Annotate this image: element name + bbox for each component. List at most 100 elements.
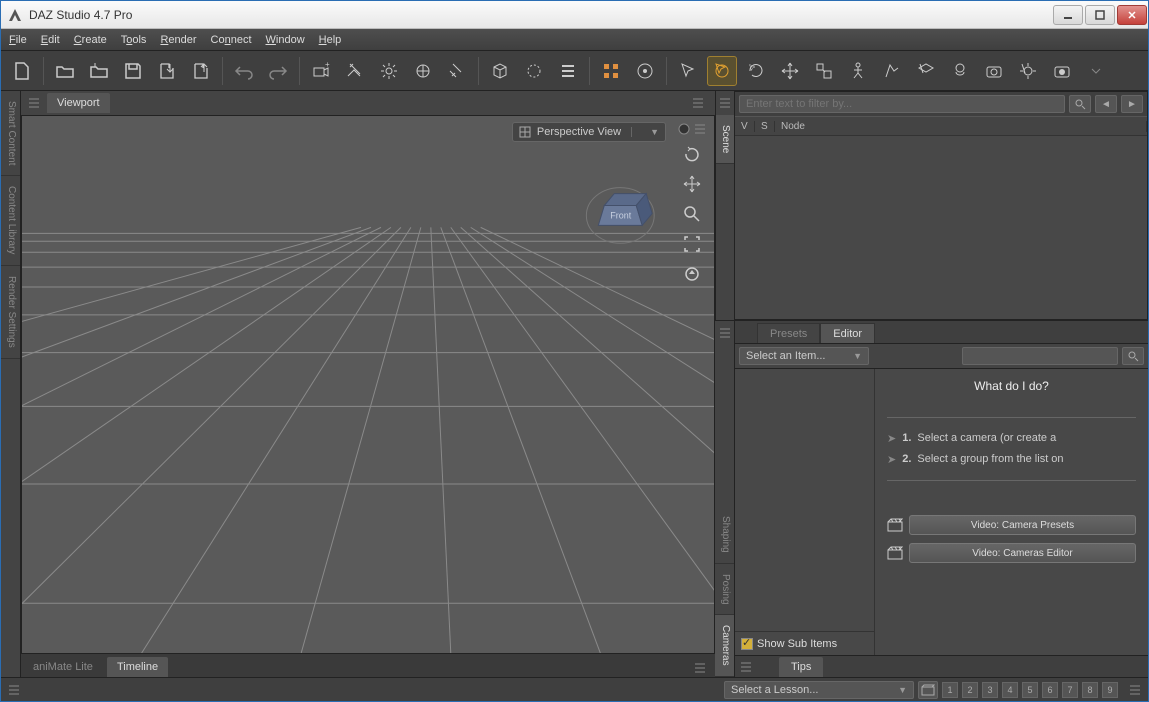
pane-menu-icon[interactable]	[716, 324, 734, 342]
open-folder-icon[interactable]	[50, 56, 80, 86]
menu-tools[interactable]: Tools	[121, 34, 147, 46]
pane-menu-icon[interactable]	[1126, 682, 1144, 698]
pose-tool-icon[interactable]	[877, 56, 907, 86]
redo-icon[interactable]	[263, 56, 293, 86]
rotate-tool-icon[interactable]	[741, 56, 771, 86]
render-settings-icon[interactable]	[1013, 56, 1043, 86]
close-button[interactable]	[1117, 5, 1147, 25]
lesson-step-1[interactable]: 1	[942, 682, 958, 698]
lesson-step-9[interactable]: 9	[1102, 682, 1118, 698]
undo-icon[interactable]	[229, 56, 259, 86]
tab-tips[interactable]: Tips	[779, 657, 823, 677]
arrow-left-icon[interactable]: ◄	[1095, 95, 1117, 113]
scale-tool-icon[interactable]	[809, 56, 839, 86]
clapper-icon[interactable]	[918, 681, 938, 699]
lesson-step-8[interactable]: 8	[1082, 682, 1098, 698]
pan-icon[interactable]	[678, 172, 706, 196]
menu-connect[interactable]: Connect	[211, 34, 252, 46]
lesson-dropdown[interactable]: Select a Lesson...▼	[724, 681, 914, 699]
translate-tool-icon[interactable]	[775, 56, 805, 86]
smart-content-icon[interactable]	[596, 56, 626, 86]
menu-file[interactable]: File	[9, 34, 27, 46]
checkbox-checked-icon	[741, 638, 753, 650]
tab-posing[interactable]: Posing	[715, 564, 734, 616]
activepose-icon[interactable]	[843, 56, 873, 86]
view-selector-dropdown[interactable]: Perspective View ▼	[512, 122, 666, 142]
surface-select-icon[interactable]	[911, 56, 941, 86]
tab-timeline[interactable]: Timeline	[107, 657, 168, 677]
drawstyle-icon[interactable]	[677, 122, 691, 136]
new-file-icon[interactable]	[7, 56, 37, 86]
tab-content-library[interactable]: Content Library	[1, 176, 20, 265]
null-icon[interactable]	[519, 56, 549, 86]
video-camera-presets-button[interactable]: Video: Camera Presets	[909, 515, 1136, 535]
left-panel: Viewport	[21, 91, 715, 677]
col-s[interactable]: S	[755, 121, 775, 132]
tab-viewport[interactable]: Viewport	[47, 93, 110, 113]
statusbar: Select a Lesson...▼ 1 2 3 4 5 6 7 8 9	[1, 677, 1148, 701]
video-cameras-editor-button[interactable]: Video: Cameras Editor	[909, 543, 1136, 563]
primitive-icon[interactable]	[485, 56, 515, 86]
frame-icon[interactable]	[678, 232, 706, 256]
universal-tool-icon[interactable]	[707, 56, 737, 86]
minimize-button[interactable]	[1053, 5, 1083, 25]
reset-view-icon[interactable]	[678, 262, 706, 286]
lesson-step-3[interactable]: 3	[982, 682, 998, 698]
daz-connect-icon[interactable]	[630, 56, 660, 86]
pane-menu-icon[interactable]	[5, 681, 23, 699]
linearlight-icon[interactable]	[442, 56, 472, 86]
lesson-step-7[interactable]: 7	[1062, 682, 1078, 698]
tab-animate-lite[interactable]: aniMate Lite	[23, 657, 103, 677]
pane-menu-icon[interactable]	[716, 94, 734, 112]
tab-presets[interactable]: Presets	[757, 323, 820, 343]
region-nav-icon[interactable]	[945, 56, 975, 86]
export-icon[interactable]	[186, 56, 216, 86]
pane-menu-icon[interactable]	[25, 94, 43, 112]
tab-shaping[interactable]: Shaping	[715, 506, 734, 564]
lesson-step-6[interactable]: 6	[1042, 682, 1058, 698]
tab-smart-content[interactable]: Smart Content	[1, 91, 20, 176]
tab-scene[interactable]: Scene	[716, 115, 734, 164]
pane-options-icon[interactable]	[693, 122, 707, 136]
spotlight-icon[interactable]	[340, 56, 370, 86]
show-sub-items-toggle[interactable]: Show Sub Items	[735, 631, 874, 655]
search-icon[interactable]	[1069, 95, 1091, 113]
menu-render[interactable]: Render	[160, 34, 196, 46]
editor-filter-input[interactable]	[962, 347, 1118, 365]
import-icon[interactable]	[152, 56, 182, 86]
distantlight-icon[interactable]	[408, 56, 438, 86]
menu-edit[interactable]: Edit	[41, 34, 60, 46]
lesson-step-4[interactable]: 4	[1002, 682, 1018, 698]
tab-cameras[interactable]: Cameras	[715, 615, 734, 677]
group-icon[interactable]	[553, 56, 583, 86]
menu-help[interactable]: Help	[319, 34, 342, 46]
pointlight-icon[interactable]	[374, 56, 404, 86]
maximize-button[interactable]	[1085, 5, 1115, 25]
tab-editor[interactable]: Editor	[820, 323, 875, 343]
lesson-step-2[interactable]: 2	[962, 682, 978, 698]
main-toolbar: +	[1, 51, 1148, 91]
search-icon[interactable]	[1122, 347, 1144, 365]
pane-menu-right-icon[interactable]	[689, 94, 707, 112]
menu-window[interactable]: Window	[266, 34, 305, 46]
scene-filter-input[interactable]	[739, 95, 1065, 113]
menu-create[interactable]: Create	[74, 34, 107, 46]
tab-render-settings[interactable]: Render Settings	[1, 266, 20, 359]
chevron-down-icon[interactable]	[1081, 56, 1111, 86]
arrow-right-icon[interactable]: ►	[1121, 95, 1143, 113]
camera-add-icon[interactable]: +	[306, 56, 336, 86]
col-v[interactable]: V	[735, 121, 755, 132]
pane-menu-icon[interactable]	[691, 659, 709, 677]
select-item-dropdown[interactable]: Select an Item...▼	[739, 347, 869, 365]
viewport-3d[interactable]: Front Perspective View ▼	[21, 115, 715, 653]
col-node[interactable]: Node	[775, 121, 1147, 132]
lesson-step-5[interactable]: 5	[1022, 682, 1038, 698]
render-icon[interactable]	[1047, 56, 1077, 86]
save-icon[interactable]	[118, 56, 148, 86]
merge-folder-icon[interactable]	[84, 56, 114, 86]
orbit-icon[interactable]	[678, 142, 706, 166]
zoom-icon[interactable]	[678, 202, 706, 226]
pane-menu-icon[interactable]	[737, 658, 755, 676]
spot-render-icon[interactable]	[979, 56, 1009, 86]
node-select-icon[interactable]	[673, 56, 703, 86]
